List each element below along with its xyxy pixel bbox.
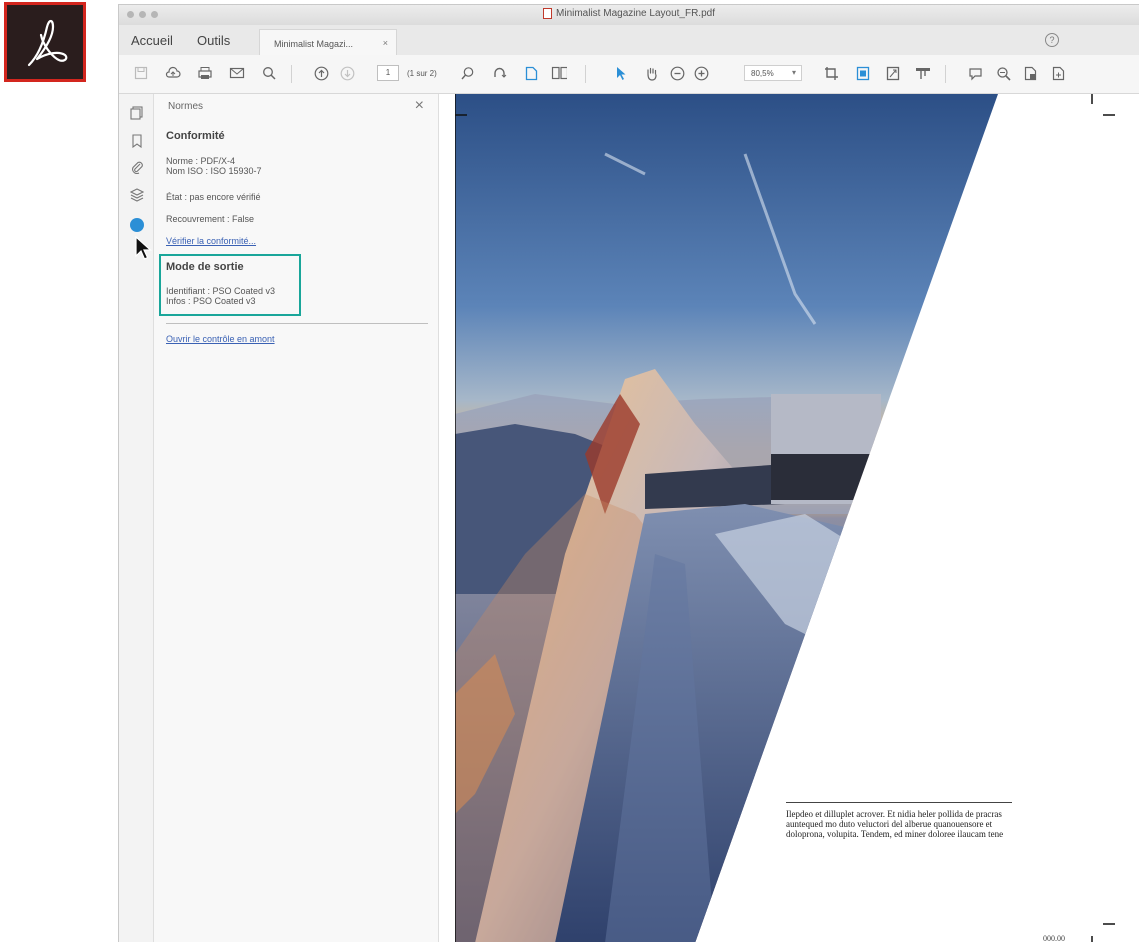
toolbar-separator: [291, 65, 292, 83]
search-icon[interactable]: [261, 65, 277, 81]
print-icon[interactable]: [197, 65, 213, 81]
zoom-level-value: 80,5%: [751, 69, 774, 78]
title-bar: Minimalist Magazine Layout_FR.pdf: [119, 5, 1139, 26]
page-count-label: (1 sur 2): [407, 69, 437, 78]
norm-info: Norme : PDF/X-4 Nom ISO : ISO 15930-7: [166, 156, 262, 176]
standards-panel: Normes × Conformité Norme : PDF/X-4 Nom …: [154, 94, 439, 942]
export-pdf-icon[interactable]: [1023, 65, 1039, 81]
output-intent-info: Identifiant : PSO Coated v3 Infos : PSO …: [166, 286, 276, 306]
navigation-rail: [119, 94, 154, 942]
window-title: Minimalist Magazine Layout_FR.pdf: [556, 8, 715, 20]
zoom-in-icon[interactable]: [693, 65, 709, 81]
page-number-input[interactable]: 1: [377, 65, 399, 81]
chevron-down-icon: ▾: [791, 68, 796, 77]
panel-close-icon[interactable]: ×: [415, 97, 424, 115]
toolbar-separator: [945, 65, 946, 83]
create-pdf-icon[interactable]: [1051, 65, 1067, 81]
menu-tools[interactable]: Outils: [197, 33, 230, 48]
caption-rule: [786, 802, 1012, 803]
menu-bar: Accueil Outils Minimalist Magazi... × ?: [119, 25, 1139, 56]
layers-icon[interactable]: [129, 188, 145, 202]
next-page-icon[interactable]: [339, 65, 355, 81]
acrobat-logo-icon: [27, 19, 68, 67]
attachments-icon[interactable]: [130, 160, 144, 175]
single-page-icon[interactable]: [523, 65, 539, 81]
panel-title: Normes: [168, 101, 204, 112]
output-intent-heading: Mode de sortie: [166, 261, 244, 273]
email-icon[interactable]: [229, 65, 245, 81]
rotate-icon[interactable]: [491, 65, 507, 81]
window-title-wrap: Minimalist Magazine Layout_FR.pdf: [119, 8, 1139, 19]
full-screen-icon[interactable]: [885, 65, 901, 81]
two-page-icon[interactable]: [551, 65, 567, 81]
help-icon[interactable]: ?: [1045, 33, 1059, 47]
cloud-upload-icon[interactable]: [165, 65, 181, 81]
select-cursor-icon[interactable]: [613, 65, 629, 81]
fit-page-icon[interactable]: [855, 65, 871, 81]
zoom-out-icon[interactable]: [669, 65, 685, 81]
open-preflight-link[interactable]: Ouvrir le contrôle en amont: [166, 334, 275, 344]
tab-document[interactable]: Minimalist Magazi... ×: [259, 29, 397, 55]
crop-icon[interactable]: [823, 65, 839, 81]
menu-home[interactable]: Accueil: [131, 33, 173, 48]
conformity-heading: Conformité: [166, 130, 225, 142]
mouse-pointer-icon: [135, 236, 153, 260]
page-thumbnails-icon[interactable]: [130, 106, 144, 120]
highlight-tool-icon[interactable]: [915, 65, 931, 81]
zoom-out-search-icon[interactable]: [459, 65, 475, 81]
tab-close-icon[interactable]: ×: [383, 38, 388, 48]
verify-conformity-link[interactable]: Vérifier la conformité...: [166, 236, 256, 246]
hand-tool-icon[interactable]: [643, 65, 659, 81]
acrobat-window: Minimalist Magazine Layout_FR.pdf Accuei…: [118, 4, 1139, 942]
comment-icon[interactable]: [967, 65, 983, 81]
panel-divider: [166, 323, 428, 324]
acrobat-logo: [4, 2, 86, 82]
overprint-info: Recouvrement : False: [166, 214, 255, 224]
page-footer: 000.00: [1043, 934, 1065, 942]
tab-label: Minimalist Magazi...: [274, 39, 354, 49]
stamp-search-icon[interactable]: [995, 65, 1011, 81]
pdf-file-icon: [543, 8, 553, 19]
standards-icon[interactable]: [130, 218, 144, 232]
pdf-page: Ilepdeo et dilluplet acrover. Et nidia h…: [455, 94, 1135, 942]
zoom-level-select[interactable]: 80,5% ▾: [744, 65, 802, 81]
state-info: État : pas encore vérifié: [166, 192, 261, 202]
main-toolbar: 1 (1 sur 2) 80,5% ▾: [119, 55, 1139, 94]
toolbar-separator: [585, 65, 586, 83]
document-viewer[interactable]: Ilepdeo et dilluplet acrover. Et nidia h…: [439, 94, 1139, 942]
save-icon[interactable]: [133, 65, 149, 81]
previous-page-icon[interactable]: [313, 65, 329, 81]
page-caption: Ilepdeo et dilluplet acrover. Et nidia h…: [786, 809, 1004, 839]
bookmark-icon[interactable]: [130, 134, 144, 149]
